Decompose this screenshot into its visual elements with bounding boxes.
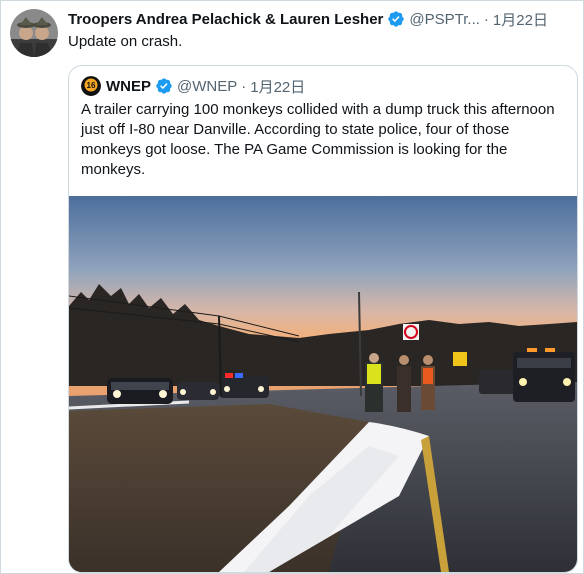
quoted-author-handle[interactable]: @WNEP — [177, 78, 237, 95]
quoted-tweet-text: A trailer carrying 100 monkeys collided … — [81, 101, 555, 178]
crash-scene-photo[interactable] — [69, 196, 577, 572]
header-separator: · — [483, 10, 489, 28]
quoted-header-separator: · — [241, 77, 247, 95]
wnep-logo[interactable]: 16 — [81, 76, 101, 96]
tweet-card[interactable]: Troopers Andrea Pelachick & Lauren Leshe… — [0, 0, 584, 574]
svg-text:16: 16 — [87, 81, 96, 90]
quoted-tweet-header: 16 WNEP @WNEP · 1月22日 — [81, 76, 305, 96]
author-handle[interactable]: @PSPTr... — [409, 11, 480, 28]
quoted-tweet[interactable]: 16 WNEP @WNEP · 1月22日 A trailer carrying… — [68, 65, 578, 573]
author-avatar[interactable] — [10, 9, 58, 57]
quoted-tweet-timestamp[interactable]: 1月22日 — [250, 76, 305, 97]
verified-badge-icon — [388, 11, 405, 27]
author-name[interactable]: Troopers Andrea Pelachick & Lauren Leshe… — [68, 11, 383, 28]
tweet-timestamp[interactable]: 1月22日 — [493, 9, 548, 30]
tweet-text: Update on crash. — [68, 33, 183, 50]
verified-badge-icon — [156, 78, 172, 94]
quoted-author-name[interactable]: WNEP — [106, 78, 151, 95]
tweet-header: Troopers Andrea Pelachick & Lauren Leshe… — [68, 9, 578, 29]
